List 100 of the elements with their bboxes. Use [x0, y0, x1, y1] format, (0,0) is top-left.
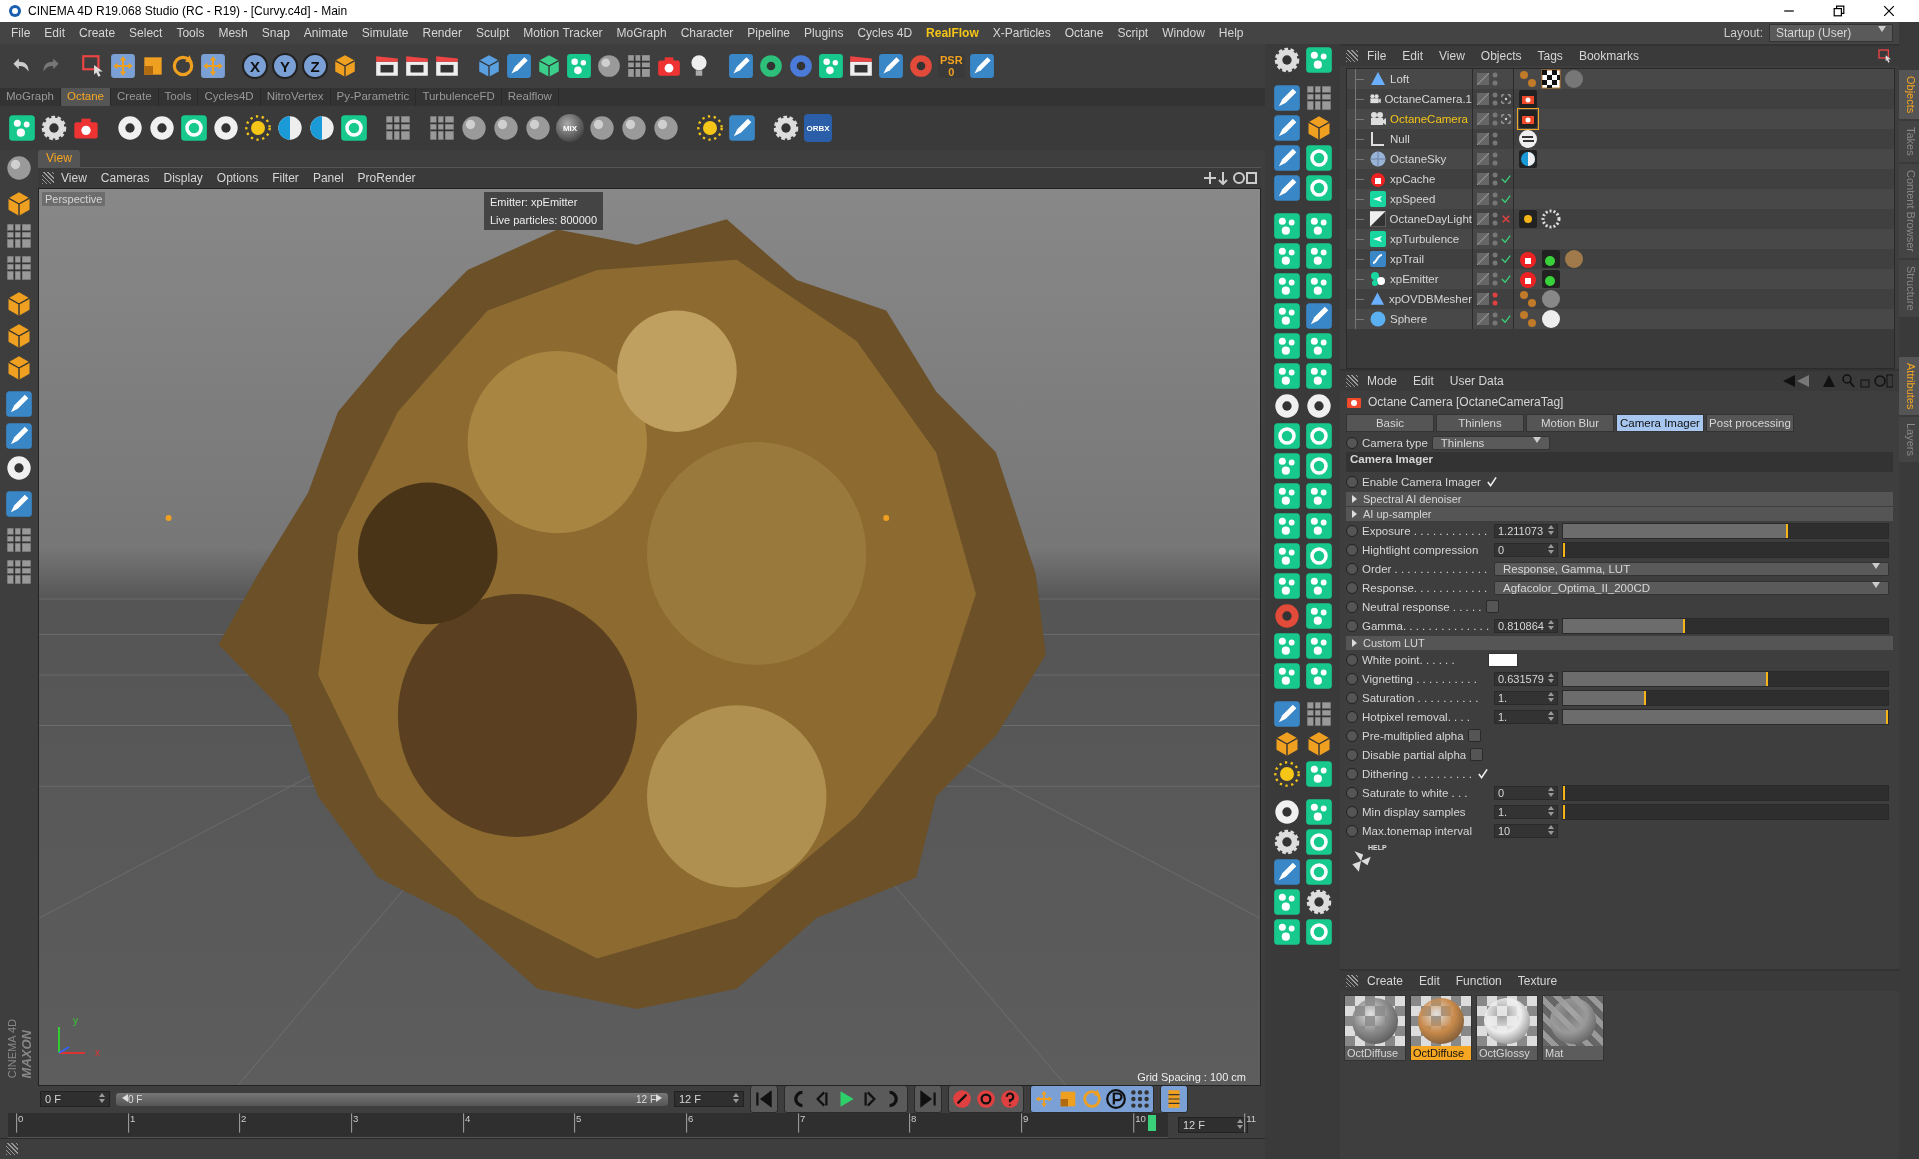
sphere-icon[interactable]	[588, 114, 616, 142]
object-name[interactable]: Sphere	[1390, 313, 1428, 325]
layer-swatch[interactable]	[1477, 133, 1489, 145]
dots-icon[interactable]	[1272, 242, 1301, 270]
grid-icon[interactable]	[428, 114, 456, 142]
dots-icon[interactable]	[1272, 332, 1301, 360]
menu-item[interactable]: Snap	[254, 26, 297, 40]
dots-icon[interactable]	[1304, 662, 1333, 690]
menu-item[interactable]: Edit	[1395, 49, 1431, 63]
object-name[interactable]: xpEmitter	[1390, 273, 1439, 285]
settings-icon[interactable]	[1304, 888, 1333, 916]
cross-icon[interactable]	[1501, 214, 1511, 224]
pen-icon[interactable]	[506, 53, 532, 79]
pen-icon[interactable]	[1272, 144, 1301, 172]
menu-item[interactable]: Help	[1211, 26, 1251, 40]
ring-icon[interactable]	[180, 114, 208, 142]
spinner-icon[interactable]	[1548, 524, 1554, 535]
pen-icon[interactable]	[1304, 302, 1333, 330]
visibility-dots[interactable]	[1492, 231, 1498, 247]
menu-item[interactable]: Simulate	[354, 26, 416, 40]
dots-icon[interactable]	[1304, 798, 1333, 826]
half-circle-icon[interactable]	[308, 114, 336, 142]
visibility-dots[interactable]	[1492, 91, 1498, 107]
spinner-icon[interactable]	[1548, 691, 1554, 702]
number-field[interactable]: 10	[1494, 823, 1558, 838]
spinner-icon[interactable]	[1548, 786, 1554, 797]
grip-icon[interactable]	[1346, 375, 1358, 387]
menu-item[interactable]: Display	[156, 171, 210, 185]
dots-icon[interactable]	[1518, 289, 1538, 309]
sun-icon[interactable]	[244, 114, 272, 142]
dots-icon[interactable]	[1272, 572, 1301, 600]
menu-item[interactable]: RealFlow	[919, 26, 986, 40]
disk-icon[interactable]	[758, 53, 784, 79]
spinner-icon[interactable]	[733, 1093, 739, 1103]
menu-item[interactable]: Cycles 4D	[850, 26, 920, 40]
number-field[interactable]: 0	[1494, 542, 1558, 557]
dots-icon[interactable]	[1304, 332, 1333, 360]
cube-icon[interactable]	[536, 53, 562, 79]
pen-icon[interactable]	[1272, 174, 1301, 202]
clapboard-icon[interactable]	[848, 53, 874, 79]
layer-swatch[interactable]	[1477, 173, 1489, 185]
settings-icon[interactable]	[1272, 46, 1301, 74]
pen-icon[interactable]	[5, 422, 33, 450]
layer-swatch[interactable]	[1477, 313, 1489, 325]
visibility-dots[interactable]	[1492, 151, 1498, 167]
slider-track[interactable]	[1562, 541, 1889, 558]
layer-swatch[interactable]	[1477, 73, 1489, 85]
object-name[interactable]: OctaneCamera.1	[1384, 93, 1472, 105]
settings-icon[interactable]	[40, 114, 68, 142]
menu-item[interactable]: File	[4, 26, 38, 40]
arrows-icon[interactable]	[1518, 129, 1538, 149]
group-header[interactable]: AI up-sampler	[1363, 507, 1432, 521]
dots-icon[interactable]	[1518, 309, 1538, 329]
menu-item[interactable]: Tools	[169, 26, 212, 40]
clapboard-icon[interactable]	[404, 53, 430, 79]
material-swatch[interactable]: OctDiffuse	[1410, 995, 1472, 1061]
sphere-icon[interactable]	[620, 114, 648, 142]
dots-icon[interactable]	[1272, 512, 1301, 540]
dots-icon[interactable]	[1272, 302, 1301, 330]
skip-start-icon[interactable]	[753, 1088, 775, 1110]
clapboard-icon[interactable]	[434, 53, 460, 79]
pen-icon[interactable]	[1272, 84, 1301, 112]
move-icon[interactable]	[110, 53, 136, 79]
current-frame-field[interactable]: 12 F	[1178, 1117, 1248, 1133]
menu-item[interactable]: Edit	[1412, 974, 1447, 988]
left-arrow-icon[interactable]	[122, 1093, 128, 1102]
menu-item[interactable]: Render	[415, 26, 469, 40]
grip-icon[interactable]	[1346, 50, 1358, 62]
ring-icon[interactable]	[1272, 422, 1301, 450]
visibility-dots[interactable]	[1492, 171, 1498, 187]
slider-thumb[interactable]	[1785, 523, 1788, 538]
spinner-icon[interactable]	[1548, 619, 1554, 630]
object-name[interactable]: xpOVDBMesher	[1388, 293, 1472, 305]
playhead[interactable]	[1148, 1114, 1157, 1131]
visibility-dots[interactable]	[1492, 211, 1498, 227]
pen-icon[interactable]	[728, 114, 756, 142]
dots-icon[interactable]	[8, 114, 36, 142]
dots-icon[interactable]	[1272, 362, 1301, 390]
menu-item[interactable]: Sculpt	[468, 26, 517, 40]
menu-item[interactable]: Mode	[1360, 374, 1405, 388]
menu-item[interactable]: Function	[1448, 974, 1509, 988]
visibility-dots[interactable]	[1492, 311, 1498, 327]
attribute-tab[interactable]: Thinlens	[1436, 414, 1524, 432]
clapboard-icon[interactable]	[374, 53, 400, 79]
frame-range-bar[interactable]: 0 F 12 F	[116, 1092, 668, 1106]
spinner-icon[interactable]	[1548, 543, 1554, 554]
ring-icon[interactable]	[1304, 542, 1333, 570]
cube-icon[interactable]	[5, 354, 33, 382]
layer-swatch[interactable]	[1477, 113, 1489, 125]
group-header[interactable]: Custom LUT	[1363, 636, 1425, 650]
attribute-tab[interactable]: Basic	[1346, 414, 1434, 432]
layer-swatch[interactable]	[1477, 153, 1489, 165]
pen-icon[interactable]	[5, 490, 33, 518]
orbx-button[interactable]: ORBX	[804, 114, 832, 142]
layer-swatch[interactable]	[1477, 253, 1489, 265]
layer-swatch[interactable]	[1477, 193, 1489, 205]
grid-icon[interactable]	[5, 222, 33, 250]
slider-track[interactable]	[1562, 689, 1889, 706]
sphere-icon[interactable]	[492, 114, 520, 142]
grid-icon[interactable]	[5, 254, 33, 282]
